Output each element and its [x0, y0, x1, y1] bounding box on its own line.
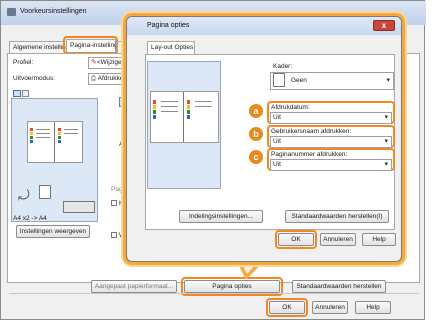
page-options-dialog: Pagina opties x Lay-out Opties Kader: Ge…	[126, 16, 402, 262]
back-preview-book	[27, 121, 83, 163]
print-username-select[interactable]: Uit	[270, 136, 392, 148]
page-options-title: Pagina opties	[147, 22, 190, 29]
ok-button-highlight	[266, 298, 308, 317]
border-none-icon	[273, 73, 285, 88]
han-checkbox[interactable]	[111, 200, 117, 206]
back-preview-left-page	[28, 122, 55, 162]
custom-paper-size-button[interactable]: Aangepast papierformaat...	[91, 280, 177, 293]
back-preview-right-page	[56, 122, 83, 162]
profile-label: Profiel:	[13, 59, 34, 66]
dialog-restore-defaults-button[interactable]: Standaardwaarden herstellen(I)	[285, 210, 389, 223]
print-username-value: Uit	[273, 138, 281, 145]
layout-settings-button[interactable]: Indelingsinstellingen...	[179, 210, 263, 223]
page-options-titlebar: Pagina opties x	[127, 17, 401, 35]
output-mode-field[interactable]: ⎙ Afdrukken	[88, 73, 130, 85]
dialog-preview-left-page	[151, 92, 184, 142]
badge-c: c	[249, 150, 263, 164]
dialog-preview-area	[147, 61, 221, 189]
close-icon: x	[381, 21, 387, 30]
dialog-preview-right-page	[185, 92, 218, 142]
border-label: Kader:	[273, 63, 293, 70]
tab-page-setup-highlight	[63, 36, 118, 54]
print-date-select[interactable]: Uit	[270, 112, 392, 124]
print-date-value: Uit	[273, 114, 281, 121]
preferences-title: Voorkeursinstellingen	[20, 8, 87, 15]
print-icon: ⎙	[91, 75, 97, 82]
print-page-number-label: Paginanummer afdrukken:	[271, 151, 348, 158]
border-value: Geen	[291, 77, 307, 84]
help-button[interactable]: Help	[355, 301, 391, 314]
page-stack-icon	[39, 185, 51, 199]
print-page-number-value: Uit	[273, 161, 281, 168]
profile-field[interactable]: ✎<Wijzigen>	[88, 57, 130, 69]
badge-b: b	[249, 127, 263, 141]
bottom-separator	[9, 293, 419, 294]
dialog-cancel-button[interactable]: Annuleren	[320, 233, 356, 246]
print-date-group: Afdrukdatum: Uit	[267, 101, 395, 124]
dialog-help-button[interactable]: Help	[362, 233, 396, 246]
dialog-ok-highlight	[275, 230, 317, 249]
show-settings-button[interactable]: Instellingen weergeven	[16, 225, 90, 238]
print-page-number-group: Paginanummer afdrukken: Uit	[267, 148, 395, 171]
tab-layout-options[interactable]: Lay-out Opties	[147, 41, 195, 54]
page-layout-icon	[63, 201, 95, 213]
output-mode-label: Uitvoermodus:	[13, 75, 55, 82]
print-page-number-select[interactable]: Uit	[270, 159, 392, 171]
border-select[interactable]: Geen	[270, 72, 394, 90]
print-date-label: Afdrukdatum:	[271, 104, 310, 111]
output-mode-value: Afdrukken	[97, 75, 127, 82]
badge-a: a	[249, 104, 263, 118]
layout-view-icon[interactable]	[13, 90, 21, 97]
dialog-preview-book	[150, 91, 219, 143]
tab-general[interactable]: Algemene instellingen	[9, 41, 77, 53]
preview-caption: A4 x2 -> A4	[13, 215, 47, 222]
wat-checkbox[interactable]	[111, 232, 117, 238]
close-button[interactable]: x	[373, 20, 395, 31]
print-username-group: Gebruikersnaam afdrukken: Uit	[267, 125, 395, 148]
restore-defaults-button[interactable]: Standaardwaarden herstellen	[292, 280, 386, 293]
printer-icon	[7, 8, 16, 16]
profile-value: <Wijzigen>	[96, 59, 130, 66]
print-view-icon[interactable]	[22, 90, 29, 97]
cancel-button[interactable]: Annuleren	[312, 301, 348, 314]
print-username-label: Gebruikersnaam afdrukken:	[271, 128, 352, 135]
rotate-page-icon: ⤾	[18, 187, 30, 203]
